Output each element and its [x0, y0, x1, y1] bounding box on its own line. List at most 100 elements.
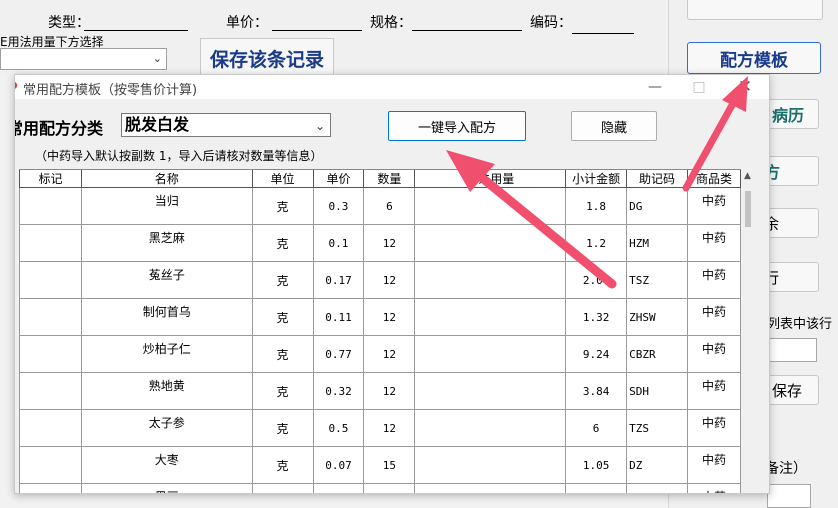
cell-unit[interactable]: 克: [251, 409, 314, 447]
cell-code[interactable]: ZHSW: [626, 298, 689, 336]
table-row[interactable]: 黑芝麻克 0.1 12 1.2 HZM 中药: [19, 224, 741, 262]
cell-mark[interactable]: [19, 261, 82, 299]
close-icon[interactable]: ✕: [731, 77, 759, 97]
table-row[interactable]: 大枣克 0.07 15 1.05 DZ 中药: [19, 446, 741, 484]
scroll-up-icon[interactable]: ▲: [744, 171, 751, 181]
cell-name[interactable]: 黑芝麻: [80, 224, 253, 262]
cell-name[interactable]: 制何首乌: [80, 298, 253, 336]
method-select[interactable]: ⌄: [0, 48, 167, 70]
cell-mark[interactable]: [19, 335, 82, 373]
top-right-button[interactable]: [687, 0, 823, 20]
cell-usage[interactable]: [414, 298, 567, 336]
cell-qty[interactable]: 12: [363, 372, 416, 410]
cell-mark[interactable]: [19, 187, 82, 225]
col-header-subtotal[interactable]: 小计金额: [565, 170, 628, 188]
code-field[interactable]: [572, 33, 634, 34]
cell-usage[interactable]: [414, 409, 567, 447]
cell-subtotal[interactable]: 2.04: [565, 261, 628, 299]
price-field[interactable]: [272, 30, 362, 31]
cell-qty[interactable]: 12: [363, 261, 416, 299]
cell-unit[interactable]: 克: [251, 261, 314, 299]
template-button[interactable]: 配方模板: [687, 42, 821, 74]
table-row[interactable]: 当归克 0.3 6 1.8 DG 中药: [19, 187, 741, 225]
col-header-name[interactable]: 名称: [80, 170, 253, 188]
cell-type[interactable]: 中药: [687, 261, 741, 299]
cell-usage[interactable]: [414, 261, 567, 299]
table-row[interactable]: 熟地黄克 0.32 12 3.84 SDH 中药: [19, 372, 741, 410]
scroll-thumb[interactable]: [745, 191, 751, 227]
cell-price[interactable]: 0.1: [312, 224, 365, 262]
col-header-unit[interactable]: 单位: [251, 170, 314, 188]
cell-price[interactable]: 0.77: [312, 335, 365, 373]
cell-price[interactable]: 0.17: [312, 261, 365, 299]
cell-qty[interactable]: 12: [363, 335, 416, 373]
cell-type[interactable]: 中药: [687, 298, 741, 336]
cell-type[interactable]: 中药: [687, 372, 741, 410]
cell-code[interactable]: DZ: [626, 446, 689, 484]
cell-subtotal[interactable]: 9.24: [565, 335, 628, 373]
cell-code[interactable]: HZM: [626, 224, 689, 262]
cell-type[interactable]: 中药: [687, 483, 741, 493]
cell-subtotal[interactable]: 1.05: [565, 446, 628, 484]
cell-name[interactable]: 太子参: [80, 409, 253, 447]
cell-usage[interactable]: [414, 372, 567, 410]
cell-type[interactable]: 中药: [687, 224, 741, 262]
cell-subtotal[interactable]: 1.08: [565, 483, 628, 493]
category-select[interactable]: 脱发白发 ⌄: [121, 113, 331, 137]
cell-subtotal[interactable]: 1.32: [565, 298, 628, 336]
cell-usage[interactable]: [414, 224, 567, 262]
cell-price[interactable]: 0.09: [312, 483, 365, 493]
save-record-button[interactable]: 保存该条记录: [200, 38, 334, 78]
cell-subtotal[interactable]: 6: [565, 409, 628, 447]
col-header-code[interactable]: 助记码: [626, 170, 689, 188]
cell-unit[interactable]: 克: [251, 372, 314, 410]
remark-input[interactable]: [767, 484, 811, 508]
cell-price[interactable]: 0.11: [312, 298, 365, 336]
cell-type[interactable]: 中药: [687, 335, 741, 373]
cell-mark[interactable]: [19, 483, 82, 493]
cell-subtotal[interactable]: 3.84: [565, 372, 628, 410]
cell-mark[interactable]: [19, 224, 82, 262]
cell-subtotal[interactable]: 1.2: [565, 224, 628, 262]
cell-type[interactable]: 中药: [687, 187, 741, 225]
cell-type[interactable]: 中药: [687, 446, 741, 484]
col-header-usage[interactable]: 用法用量: [414, 170, 567, 188]
cell-name[interactable]: 炒柏子仁: [80, 335, 253, 373]
cell-qty[interactable]: 12: [363, 483, 416, 493]
cell-qty[interactable]: 12: [363, 224, 416, 262]
table-row[interactable]: 制何首乌克 0.11 12 1.32 ZHSW 中药: [19, 298, 741, 336]
table-row[interactable]: 菟丝子克 0.17 12 2.04 TSZ 中药: [19, 261, 741, 299]
cell-mark[interactable]: [19, 446, 82, 484]
cell-unit[interactable]: 克: [251, 483, 314, 493]
table-row[interactable]: 太子参克 0.5 12 6 TZS 中药: [19, 409, 741, 447]
cell-mark[interactable]: [19, 298, 82, 336]
cell-mark[interactable]: [19, 372, 82, 410]
table-row[interactable]: 黑豆克0.0912 1.08HD中药: [19, 483, 741, 493]
cell-unit[interactable]: 克: [251, 224, 314, 262]
cell-code[interactable]: DG: [626, 187, 689, 225]
cell-name[interactable]: 当归: [80, 187, 253, 225]
import-button[interactable]: 一键导入配方: [388, 111, 526, 141]
cell-name[interactable]: 熟地黄: [80, 372, 253, 410]
cell-type[interactable]: 中药: [687, 409, 741, 447]
cell-unit[interactable]: 克: [251, 335, 314, 373]
col-header-qty[interactable]: 数量: [363, 170, 416, 188]
hide-button[interactable]: 隐藏: [571, 111, 657, 141]
table-row[interactable]: 炒柏子仁克 0.77 12 9.24 CBZR 中药: [19, 335, 741, 373]
col-header-mark[interactable]: 标记: [19, 170, 82, 188]
cell-usage[interactable]: [414, 483, 567, 493]
col-header-price[interactable]: 单价: [312, 170, 365, 188]
cell-usage[interactable]: [414, 446, 567, 484]
cell-code[interactable]: TZS: [626, 409, 689, 447]
cell-code[interactable]: SDH: [626, 372, 689, 410]
cell-name[interactable]: 大枣: [80, 446, 253, 484]
spec-field[interactable]: [412, 30, 522, 31]
cell-qty[interactable]: 6: [363, 187, 416, 225]
cell-qty[interactable]: 15: [363, 446, 416, 484]
cell-usage[interactable]: [414, 187, 567, 225]
recipe-grid[interactable]: 标记 名称 单位 单价 数量 用法用量 小计金额 助记码 商品类 当归克 0.3 6…: [19, 169, 741, 493]
cell-code[interactable]: HD: [626, 483, 689, 493]
cell-subtotal[interactable]: 1.8: [565, 187, 628, 225]
cell-code[interactable]: CBZR: [626, 335, 689, 373]
maximize-icon[interactable]: □: [685, 77, 713, 97]
